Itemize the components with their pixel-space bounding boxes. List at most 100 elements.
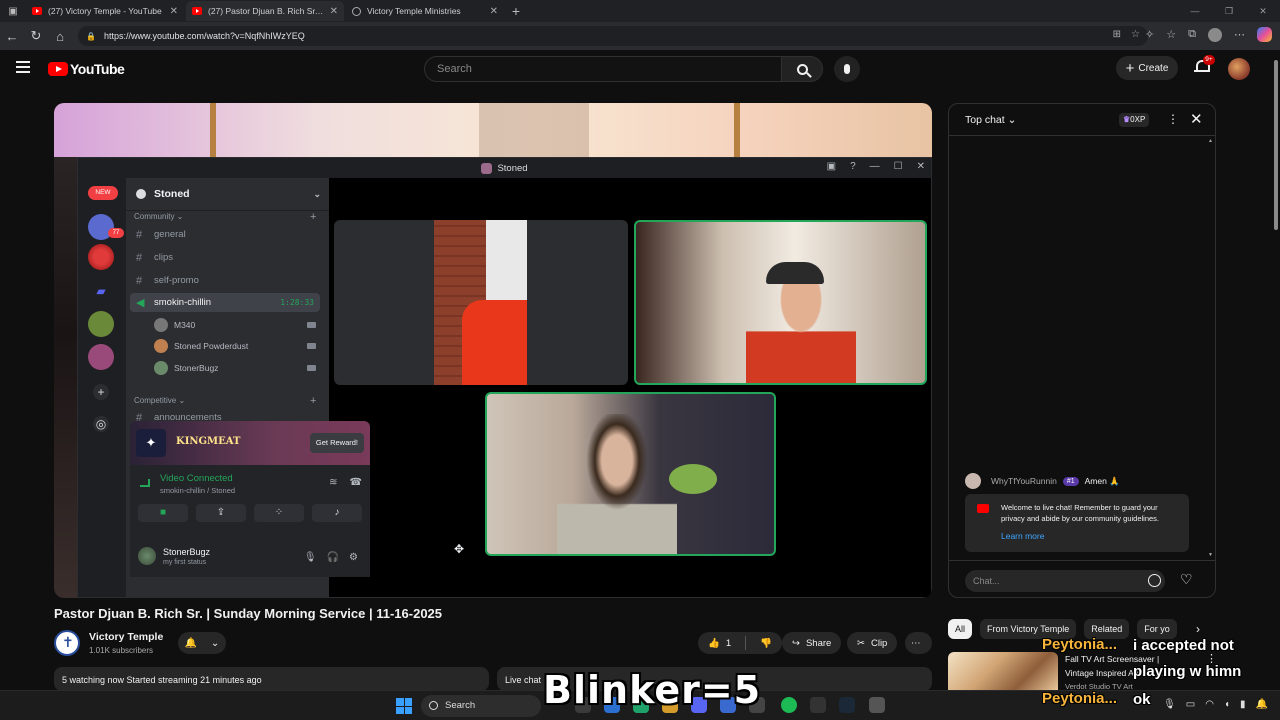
favorite-star-icon[interactable]: ☆	[1131, 29, 1140, 40]
wifi-icon[interactable]: ◠	[1205, 699, 1214, 710]
soundboard-button[interactable]: ♪	[312, 504, 362, 522]
volume-icon[interactable]: ◖	[1224, 699, 1230, 710]
add-channel-icon[interactable]: +	[310, 395, 316, 407]
maximize-icon[interactable]: ☐	[894, 161, 903, 172]
avatar[interactable]	[965, 473, 981, 489]
folder-icon[interactable]: ▰	[88, 278, 114, 304]
avatar[interactable]	[138, 547, 156, 565]
description-box[interactable]: 5 watching now Started streaming 21 minu…	[54, 667, 489, 691]
tab-actions-icon[interactable]: ▣	[0, 0, 26, 22]
discover-icon[interactable]: ◎	[93, 416, 109, 432]
top-chat-dropdown[interactable]: Top chat ⌄	[965, 114, 1016, 126]
address-bar[interactable]: 🔒 https://www.youtube.com/watch?v=NqfNhI…	[78, 26, 1148, 46]
chevron-right-icon[interactable]: ›	[1196, 622, 1200, 636]
reload-icon[interactable]: ↻	[24, 28, 48, 44]
server-icon[interactable]	[88, 244, 114, 270]
microphone-icon[interactable]: 🎙	[304, 552, 317, 563]
thumbs-down-icon[interactable]: 👎	[760, 638, 772, 649]
close-icon[interactable]: ✕	[917, 161, 925, 172]
profile-icon[interactable]	[1208, 27, 1222, 42]
disconnect-icon[interactable]: ☎	[350, 477, 362, 488]
search-button[interactable]	[781, 56, 823, 82]
restore-icon[interactable]: ❐	[1212, 6, 1246, 17]
channel-name[interactable]: Victory Temple	[89, 631, 163, 643]
epic-games-icon[interactable]	[810, 697, 826, 713]
activities-button[interactable]: ⁘	[254, 504, 304, 522]
server-icon[interactable]	[88, 344, 114, 370]
browser-tab-2[interactable]: (27) Pastor Djuan B. Rich Sr. | Sund ✕	[186, 1, 344, 21]
home-icon[interactable]: ⌂	[48, 29, 72, 44]
get-reward-button[interactable]: Get Reward!	[309, 433, 364, 453]
voice-user[interactable]: StonerBugz	[154, 359, 320, 377]
voice-search-icon[interactable]	[834, 56, 860, 82]
video-tile-2[interactable]	[634, 220, 927, 385]
search-input[interactable]: Search	[424, 56, 782, 82]
close-tab-icon[interactable]: ✕	[490, 6, 498, 17]
spotify-icon[interactable]	[781, 697, 797, 713]
create-button[interactable]: + Create	[1116, 56, 1178, 80]
site-info-icon[interactable]: 🔒	[86, 32, 96, 41]
channel-self-promo[interactable]: # self-promo	[130, 271, 320, 290]
minimize-icon[interactable]: —	[1178, 6, 1212, 16]
server-header[interactable]: Stoned ⌄	[126, 178, 329, 211]
close-tab-icon[interactable]: ✕	[330, 6, 338, 17]
video-tile-1[interactable]	[334, 220, 628, 385]
youtube-logo[interactable]: YouTube	[48, 61, 125, 77]
voice-user[interactable]: M340	[154, 316, 320, 334]
video-player[interactable]: Stoned ▣ ? — ☐ ✕ NEW 77 ▰ + ◎ Stoned ⌄ C…	[54, 103, 932, 598]
page-scrollbar[interactable]	[1272, 50, 1280, 700]
start-icon[interactable]	[396, 698, 412, 714]
settings-gear-icon[interactable]: ⚙	[349, 552, 358, 563]
learn-more-link[interactable]: Learn more	[1001, 531, 1044, 541]
steam-icon[interactable]	[839, 697, 855, 713]
collections-icon[interactable]: ⧉	[1188, 28, 1196, 41]
menu-icon[interactable]	[16, 61, 30, 73]
more-options-icon[interactable]: ⋮	[1167, 112, 1179, 126]
emoji-icon[interactable]	[1148, 574, 1161, 587]
chat-author[interactable]: WhyTfYouRunnin	[991, 476, 1057, 486]
monitor-icon[interactable]: ▭	[1186, 699, 1195, 710]
browser-tab-3[interactable]: Victory Temple Ministries ✕	[346, 1, 504, 21]
video-tile-3[interactable]	[485, 392, 776, 556]
battery-icon[interactable]: ▮	[1240, 699, 1246, 710]
taskbar-app-icon[interactable]	[869, 697, 885, 713]
close-window-icon[interactable]: ✕	[1246, 6, 1280, 17]
headphones-icon[interactable]: 🎧	[327, 552, 339, 563]
more-actions-button[interactable]: ⋯	[905, 632, 932, 654]
channel-general[interactable]: # general	[130, 225, 320, 244]
browser-tab-1[interactable]: (27) Victory Temple - YouTube ✕	[26, 1, 184, 21]
new-tab-button[interactable]: +	[506, 3, 526, 19]
like-dislike-button[interactable]: 👍 1 👎	[698, 632, 782, 654]
help-icon[interactable]: ?	[850, 161, 856, 172]
related-thumbnail[interactable]	[948, 652, 1058, 690]
channel-clips[interactable]: # clips	[130, 248, 320, 267]
share-button[interactable]: ↪ Share	[782, 632, 842, 654]
screen-share-button[interactable]: ⇪	[196, 504, 246, 522]
category-community[interactable]: Community ⌄ +	[134, 211, 316, 223]
back-icon[interactable]: ←	[0, 29, 24, 44]
subscription-bell-button[interactable]: 🔔 ⌄	[178, 632, 226, 654]
minimize-icon[interactable]: —	[870, 161, 880, 172]
microphone-icon[interactable]: 🎙	[1163, 699, 1176, 710]
chat-input[interactable]: Chat...	[965, 570, 1165, 592]
close-tab-icon[interactable]: ✕	[170, 6, 178, 17]
chip-all[interactable]: All	[948, 619, 973, 639]
voice-channel-smokin-chillin[interactable]: ◀ smokin-chillin 1:28:33	[130, 293, 320, 312]
channel-avatar[interactable]	[54, 630, 80, 656]
notification-bell-icon[interactable]: 🔔	[1256, 699, 1268, 710]
account-avatar[interactable]	[1228, 58, 1250, 80]
extensions-icon[interactable]: ✧	[1145, 28, 1154, 41]
more-menu-icon[interactable]: ⋯	[1234, 28, 1245, 41]
category-competitive[interactable]: Competitive ⌄ +	[134, 395, 316, 407]
app-available-icon[interactable]: ⊞	[1113, 29, 1121, 40]
taskbar-search[interactable]: Search	[421, 695, 541, 717]
add-channel-icon[interactable]: +	[310, 211, 316, 223]
server-icon[interactable]	[88, 311, 114, 337]
voice-user[interactable]: Stoned Powderdust	[154, 337, 320, 355]
clip-button[interactable]: ✂ Clip	[847, 632, 898, 654]
heart-icon[interactable]: ♡	[1180, 571, 1193, 588]
points-badge[interactable]: ♛0XP	[1119, 113, 1150, 127]
camera-button[interactable]: ■	[138, 504, 188, 522]
noise-suppression-icon[interactable]: ≋	[329, 477, 337, 488]
add-server-icon[interactable]: +	[93, 384, 109, 400]
